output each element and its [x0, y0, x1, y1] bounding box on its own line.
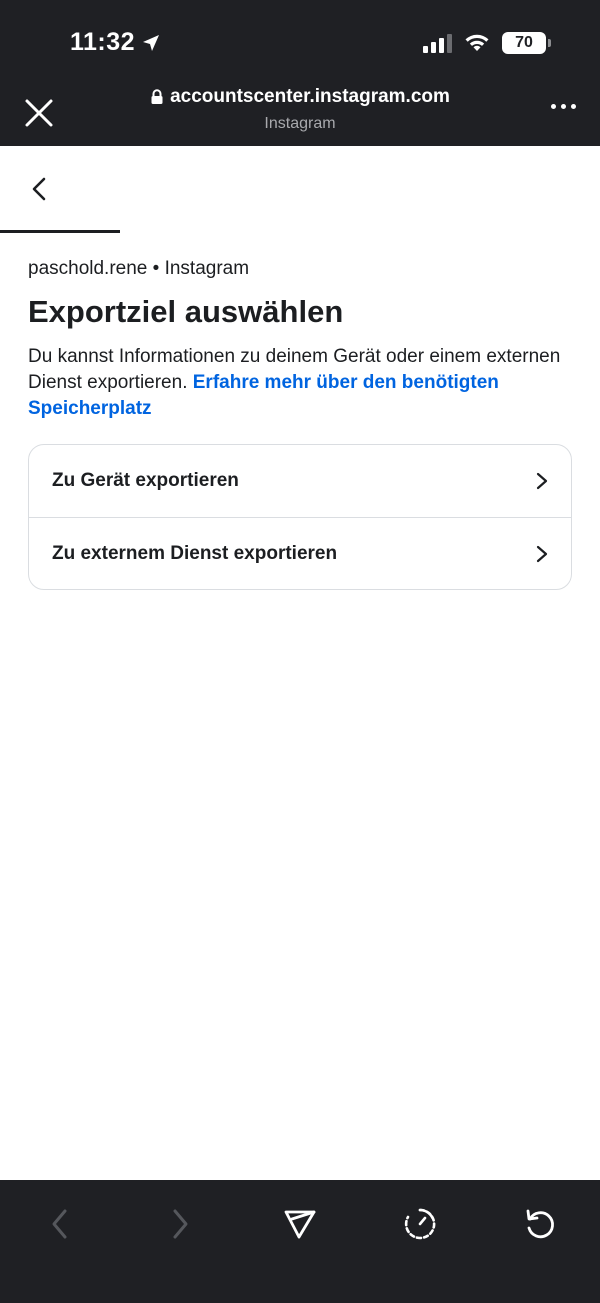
address-bar[interactable]: accountscenter.instagram.com Instagram [0, 86, 600, 133]
reload-button[interactable] [510, 1194, 570, 1254]
more-horizontal-icon [551, 104, 556, 109]
status-indicators: 70 [423, 32, 551, 54]
option-label: Zu externem Dienst exportieren [52, 542, 338, 564]
battery-indicator: 70 [502, 32, 551, 54]
browser-forward-button[interactable] [150, 1194, 210, 1254]
timer-button[interactable] [390, 1194, 450, 1254]
wifi-icon [465, 34, 489, 51]
account-identifier: paschold.rene • Instagram [28, 258, 250, 279]
page-description: Du kannst Informationen zu deinem Gerät … [28, 344, 568, 422]
browser-top-bar: 11:32 70 accountscenter.instagram.com In… [0, 0, 600, 146]
battery-level: 70 [515, 34, 533, 51]
timer-icon [404, 1208, 436, 1240]
chevron-right-icon [536, 545, 548, 562]
chevron-left-icon [32, 177, 46, 201]
lock-icon [151, 89, 163, 104]
export-to-external-service-option[interactable]: Zu externem Dienst exportieren [29, 517, 571, 589]
option-label: Zu Gerät exportieren [52, 470, 239, 491]
header-divider [0, 230, 120, 233]
reload-icon [526, 1209, 554, 1239]
status-time: 11:32 [70, 28, 161, 57]
chevron-right-icon [536, 472, 548, 490]
cellular-signal-icon [423, 33, 452, 53]
send-icon [284, 1210, 316, 1239]
location-arrow-icon [143, 34, 160, 51]
browser-bottom-toolbar [0, 1180, 600, 1303]
site-name: Instagram [264, 115, 336, 132]
page-title: Exportziel auswählen [28, 294, 344, 329]
more-options-button[interactable] [551, 104, 576, 109]
browser-back-button[interactable] [30, 1194, 90, 1254]
back-button[interactable] [26, 174, 54, 204]
export-options-list: Zu Gerät exportieren Zu externem Dienst … [28, 444, 572, 590]
share-button[interactable] [270, 1194, 330, 1254]
back-arrow-icon [52, 1209, 67, 1239]
url-text: accountscenter.instagram.com [170, 86, 450, 107]
status-time-text: 11:32 [70, 28, 136, 56]
export-to-device-option[interactable]: Zu Gerät exportieren [29, 445, 571, 517]
forward-arrow-icon [173, 1209, 188, 1239]
